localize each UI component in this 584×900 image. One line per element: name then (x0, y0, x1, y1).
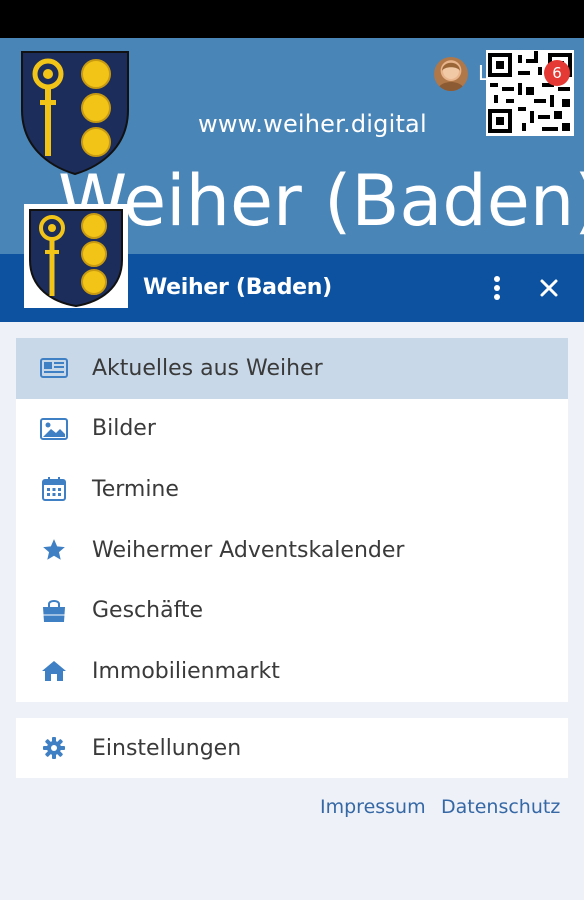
calendar-icon (40, 475, 68, 503)
avatar[interactable] (434, 57, 468, 91)
menu-item-label: Termine (92, 476, 179, 502)
coat-of-arms-logo (21, 51, 129, 176)
notification-badge[interactable]: 6 (544, 60, 570, 86)
menu-item-aktuelles[interactable]: Aktuelles aus Weiher (16, 338, 568, 399)
close-icon (540, 279, 558, 297)
menu-item-label: Weihermer Adventskalender (92, 537, 405, 563)
impressum-link[interactable]: Impressum (320, 796, 426, 818)
menu-item-label: Immobilienmarkt (92, 658, 280, 684)
newspaper-icon (40, 354, 68, 382)
settings-label: Einstellungen (92, 735, 242, 761)
menu-item-label: Geschäfte (92, 598, 204, 624)
more-options-button[interactable] (484, 272, 510, 304)
appbar-title: Weiher (Baden) (143, 275, 332, 300)
gear-icon (40, 734, 68, 762)
image-icon (40, 415, 68, 443)
navigation-menu: Aktuelles aus Weiher Bilder Termine Weih… (16, 338, 568, 702)
star-icon (40, 536, 68, 564)
menu-item-immobilienmarkt[interactable]: Immobilienmarkt (16, 641, 568, 702)
more-vert-icon (494, 276, 500, 300)
appbar-logo (24, 204, 128, 308)
shopping-bag-icon (40, 597, 68, 625)
status-bar (0, 0, 584, 38)
menu-item-bilder[interactable]: Bilder (16, 399, 568, 460)
menu-item-adventskalender[interactable]: Weihermer Adventskalender (16, 520, 568, 581)
website-url: www.weiher.digital (198, 110, 427, 138)
menu-item-einstellungen[interactable]: Einstellungen (16, 718, 568, 778)
user-photo (437, 62, 465, 91)
hero-title: Weiher (Baden) (58, 160, 584, 242)
menu-item-label: Aktuelles aus Weiher (92, 355, 323, 381)
menu-item-label: Bilder (92, 416, 156, 442)
menu-item-termine[interactable]: Termine (16, 459, 568, 520)
menu-item-geschaefte[interactable]: Geschäfte (16, 580, 568, 641)
datenschutz-link[interactable]: Datenschutz (441, 796, 560, 818)
close-button[interactable] (534, 272, 564, 304)
coat-of-arms-icon (29, 209, 123, 308)
home-icon (40, 657, 68, 685)
